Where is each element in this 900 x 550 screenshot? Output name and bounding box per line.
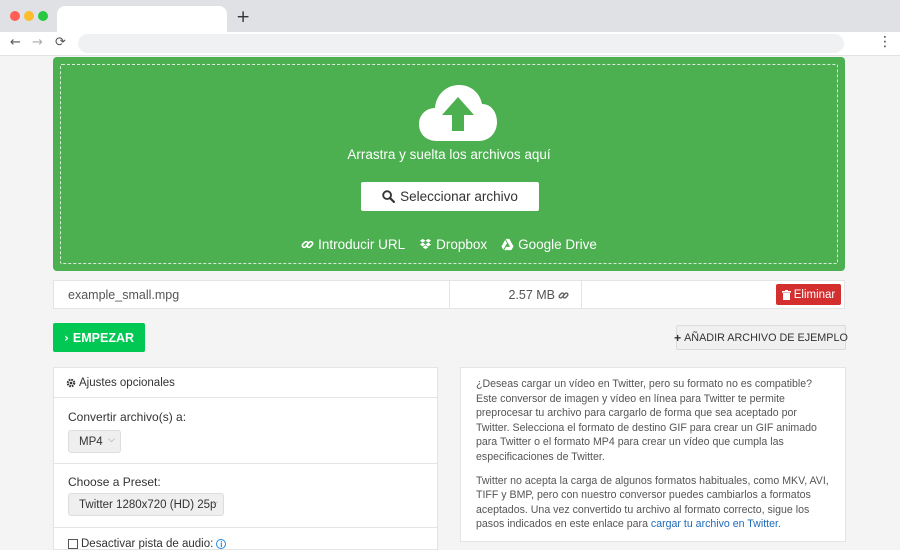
add-sample-file-button[interactable]: + AÑADIR ARCHIVO DE EJEMPLO — [674, 325, 848, 350]
upload-sources: Introducir URL Dropbox Google Drive — [61, 237, 837, 252]
description-panel: ¿Deseas cargar un vídeo en Twitter, pero… — [460, 367, 846, 542]
preset-label: Choose a Preset: — [68, 475, 161, 489]
add-sample-label: AÑADIR ARCHIVO DE EJEMPLO — [684, 331, 848, 344]
close-window-button[interactable] — [10, 11, 20, 21]
disable-audio-option[interactable]: Desactivar pista de audio: i — [68, 538, 227, 550]
browser-toolbar: ← → ⟳ ⋮ — [0, 32, 900, 56]
start-button[interactable]: › EMPEZAR — [53, 323, 145, 352]
preset-select-value: Twitter 1280x720 (HD) 25p — [79, 498, 217, 511]
forward-button[interactable]: → — [32, 35, 43, 51]
optional-settings-header: Ajustes opcionales — [54, 368, 437, 398]
delete-file-button[interactable]: Eliminar — [776, 284, 841, 305]
link-icon — [301, 240, 314, 249]
browser-menu-button[interactable]: ⋮ — [878, 34, 892, 50]
dropbox-icon — [420, 238, 432, 250]
google-drive-source-label: Google Drive — [518, 237, 597, 252]
dropbox-source-label: Dropbox — [436, 237, 488, 252]
select-file-label: Seleccionar archivo — [400, 189, 518, 204]
settings-divider — [54, 527, 437, 528]
optional-settings-panel: Ajustes opcionales Convertir archivo(s) … — [53, 367, 438, 550]
dropbox-source-link[interactable]: Dropbox — [419, 237, 487, 252]
upload-dropzone[interactable]: Arrastra y suelta los archivos aquí Sele… — [53, 57, 845, 271]
new-tab-button[interactable]: + — [236, 7, 250, 27]
link-icon[interactable] — [558, 290, 569, 301]
file-row: example_small.mpg 2.57 MB Eliminar — [53, 280, 845, 309]
chevron-down-icon: ⌵ — [108, 435, 115, 445]
file-size: 2.57 MB — [508, 288, 569, 302]
browser-titlebar: + — [0, 0, 900, 32]
browser-tab[interactable] — [57, 6, 227, 32]
cloud-upload-icon — [419, 85, 497, 141]
google-drive-source-link[interactable]: Google Drive — [501, 237, 597, 252]
chevron-right-icon: › — [63, 330, 69, 345]
column-divider — [449, 281, 450, 308]
drop-instructions: Arrastra y suelta los archivos aquí — [347, 147, 551, 162]
maximize-window-button[interactable] — [38, 11, 48, 21]
file-size-value: 2.57 MB — [508, 288, 555, 302]
address-bar[interactable] — [78, 34, 844, 53]
google-drive-icon — [501, 238, 514, 251]
description-paragraph: Twitter no acepta la carga de algunos fo… — [476, 474, 830, 532]
file-name: example_small.mpg — [68, 288, 180, 302]
preset-select[interactable]: Twitter 1280x720 (HD) 25p ⌵ — [68, 493, 224, 516]
url-source-link[interactable]: Introducir URL — [301, 237, 405, 252]
description-end: . — [777, 518, 781, 531]
reload-button[interactable]: ⟳ — [55, 35, 66, 51]
format-select[interactable]: MP4 ⌵ — [68, 430, 121, 453]
delete-label: Eliminar — [793, 288, 836, 301]
optional-settings-title: Ajustes opcionales — [79, 376, 175, 389]
info-icon[interactable]: i — [216, 539, 227, 549]
column-divider — [581, 281, 582, 308]
upload-to-twitter-link[interactable]: cargar tu archivo en Twitter — [651, 518, 778, 530]
settings-divider — [54, 463, 437, 464]
select-file-button[interactable]: Seleccionar archivo — [361, 182, 539, 211]
start-label: EMPEZAR — [72, 330, 135, 345]
minimize-window-button[interactable] — [24, 11, 34, 21]
back-button[interactable]: ← — [10, 35, 21, 51]
search-icon — [382, 190, 396, 203]
convert-to-label: Convertir archivo(s) a: — [68, 410, 187, 424]
disable-audio-checkbox[interactable] — [68, 539, 78, 549]
dropzone-border: Arrastra y suelta los archivos aquí Sele… — [60, 64, 838, 264]
chevron-down-icon: ⌵ — [211, 498, 218, 508]
format-select-value: MP4 — [79, 435, 103, 448]
url-source-label: Introducir URL — [318, 237, 406, 252]
description-paragraph: ¿Deseas cargar un vídeo en Twitter, pero… — [476, 378, 817, 463]
gear-icon — [66, 378, 76, 387]
trash-icon — [781, 289, 791, 300]
plus-icon: + — [674, 330, 682, 345]
disable-audio-label: Desactivar pista de audio: — [81, 538, 214, 550]
